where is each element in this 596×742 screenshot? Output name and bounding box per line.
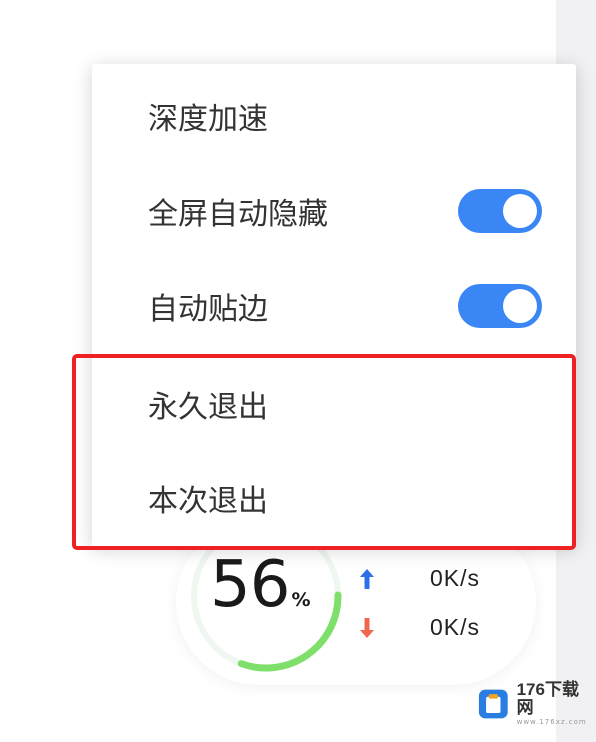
usage-readout: 56 % [210,548,310,628]
menu-item-fullscreen-auto-hide[interactable]: 全屏自动隐藏 [92,163,576,259]
toggle-knob [503,194,537,228]
menu-item-label: 自动贴边 [148,292,268,327]
arrow-down-icon [360,617,374,638]
watermark: 176下载网 www.176xz.com [478,680,588,726]
usage-unit: % [291,589,311,611]
usage-value: 56 [210,548,290,622]
menu-item-label: 全屏自动隐藏 [148,197,328,232]
fullscreen-auto-hide-toggle[interactable] [458,189,542,233]
watermark-title: 176下载网 [516,680,579,717]
download-speed-row: 0K/s [356,614,480,641]
toggle-knob [503,289,537,323]
download-speed: 0K/s [430,614,481,640]
menu-item-auto-snap-edge[interactable]: 自动贴边 [92,258,576,354]
site-logo-icon [478,689,508,719]
highlight-annotation-box [72,354,576,550]
menu-item-label: 深度加速 [148,102,268,137]
menu-item-deep-acceleration[interactable]: 深度加速 [92,68,576,164]
upload-speed-row: 0K/s [356,565,480,592]
arrow-up-icon [360,568,374,589]
upload-speed: 0K/s [430,565,481,591]
watermark-subtitle: www.176xz.com [516,718,587,726]
auto-snap-edge-toggle[interactable] [458,284,542,328]
